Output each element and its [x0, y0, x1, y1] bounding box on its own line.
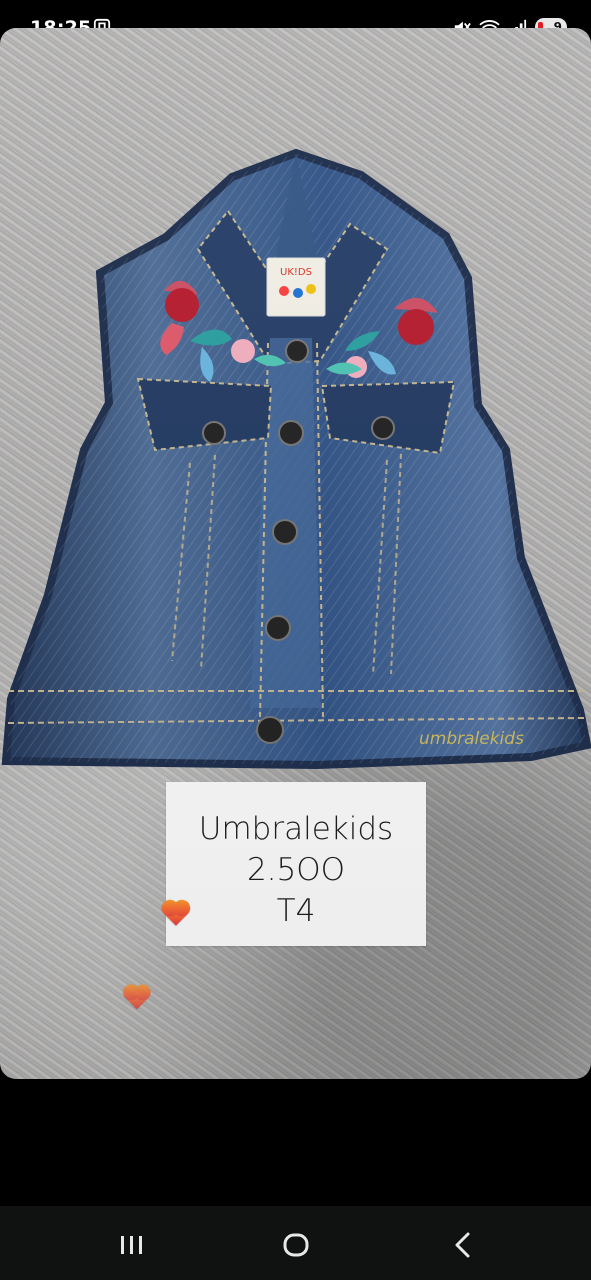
vest-brand-embroidery: umbralekids [419, 729, 524, 749]
product-photo: UK!DS umbralekids Umbralekids 2.5OO T4 [0, 28, 591, 1079]
back-icon[interactable] [443, 1229, 483, 1261]
recent-apps-icon[interactable] [112, 1229, 152, 1261]
product-size: T4 [276, 893, 316, 929]
product-brand: Umbralekids [198, 811, 394, 847]
heart-icon [125, 986, 149, 1010]
product-label-card: Umbralekids 2.5OO T4 [166, 782, 426, 946]
product-price: 2.5OO [246, 852, 346, 888]
denim-vest-image: UK!DS umbralekids [1, 148, 591, 770]
home-icon[interactable] [276, 1229, 316, 1261]
vest-tag-text: UK!DS [280, 267, 312, 278]
android-navigation-bar [0, 1206, 591, 1280]
